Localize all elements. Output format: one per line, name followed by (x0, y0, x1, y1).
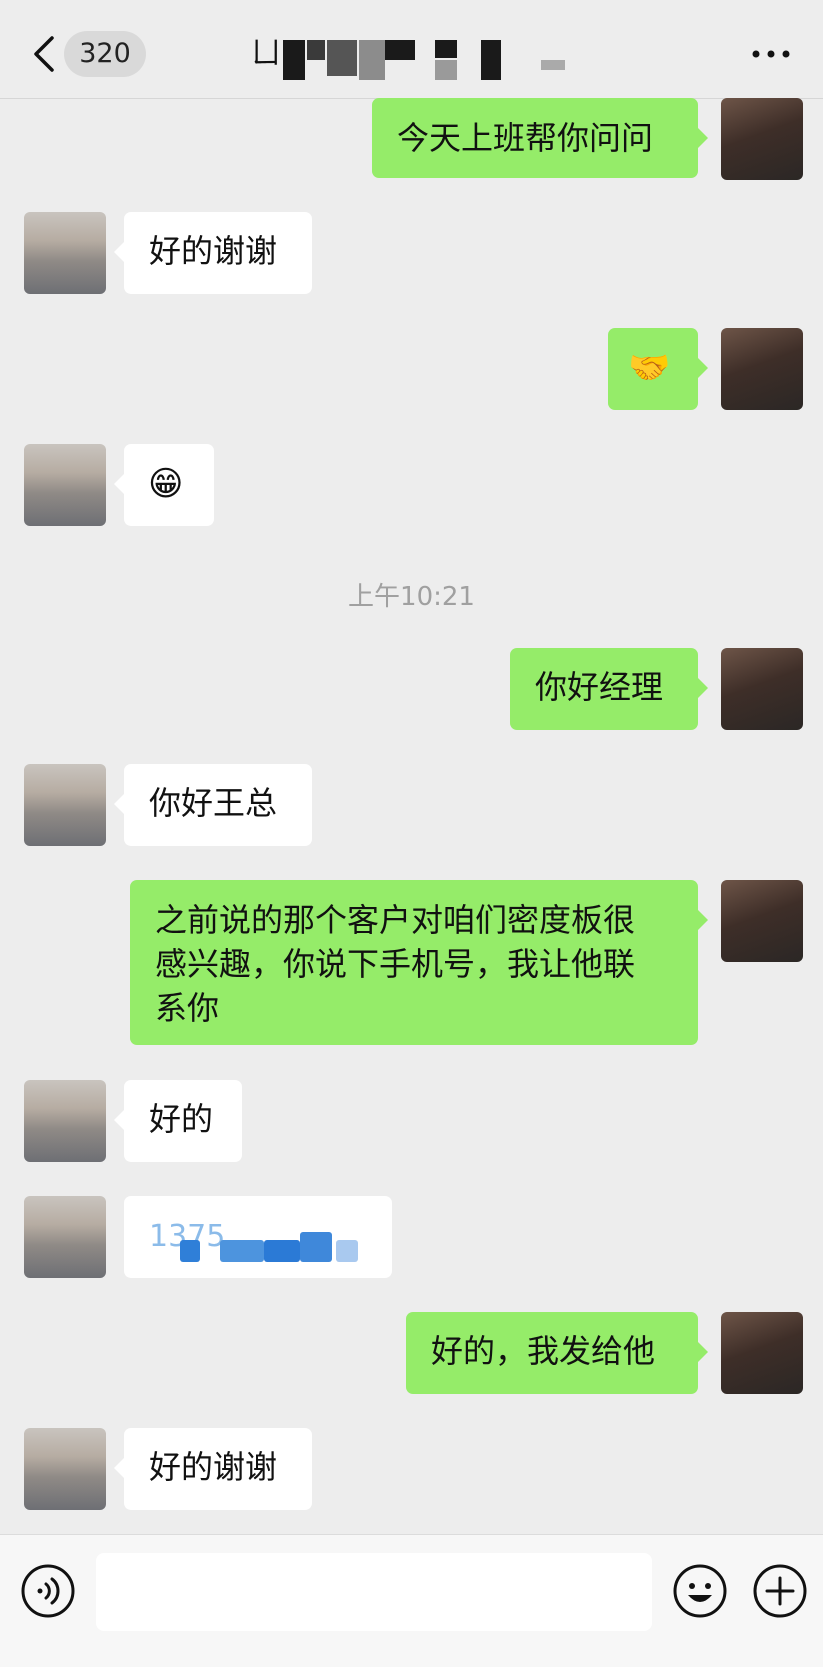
redaction-block (220, 1240, 264, 1262)
message-bubble-received[interactable]: 你好王总 (114, 764, 312, 846)
message-bubble-sent[interactable]: 你好经理 (510, 648, 708, 730)
ellipsis-icon[interactable] (752, 50, 790, 58)
message-bubble-sent[interactable]: 好的，我发给他 (406, 1312, 708, 1394)
title-redaction (359, 40, 385, 80)
message-bubble-sent[interactable]: 之前说的那个客户对咱们密度板很 感兴趣，你说下手机号，我让他联 系你 (130, 880, 708, 1045)
chat-header: 320 ㄩ (0, 0, 823, 99)
plus-circle-icon[interactable] (752, 1563, 808, 1619)
title-redaction (307, 40, 325, 60)
avatar-contact[interactable] (24, 764, 106, 846)
message-line: 系你 (155, 989, 220, 1027)
message-bubble-sent[interactable]: 今天上班帮你问问 (372, 98, 708, 178)
grin-emoji-icon: 😁 (148, 464, 184, 504)
avatar-contact[interactable] (24, 1196, 106, 1278)
message-bubble-received[interactable]: 好的谢谢 (114, 212, 312, 294)
redaction-block (300, 1232, 332, 1262)
redaction-block (180, 1240, 200, 1262)
message-bubble-sent[interactable]: 🤝 (608, 328, 708, 410)
message-bubble-received[interactable]: 好的谢谢 (114, 1428, 312, 1510)
message-input[interactable] (96, 1553, 652, 1631)
avatar-contact[interactable] (24, 1428, 106, 1510)
message-line: 感兴趣，你说下手机号，我让他联 (155, 945, 636, 983)
title-redaction (283, 40, 305, 80)
redaction-block (336, 1240, 358, 1262)
avatar-me[interactable] (721, 98, 803, 180)
redaction-block (264, 1240, 300, 1262)
title-redaction (435, 60, 457, 80)
avatar-me[interactable] (721, 648, 803, 730)
title-redaction (327, 40, 357, 76)
message-bubble-received[interactable]: 😁 (114, 444, 214, 526)
message-line: 之前说的那个客户对咱们密度板很 (155, 901, 636, 939)
chat-title-visible-char: ㄩ (251, 36, 281, 71)
message-timestamp: 上午10:21 (348, 582, 475, 612)
avatar-me[interactable] (721, 328, 803, 410)
unread-count-badge[interactable]: 320 (64, 31, 146, 77)
title-redaction (481, 40, 501, 80)
title-redaction (541, 60, 565, 70)
avatar-contact[interactable] (24, 1080, 106, 1162)
chevron-left-icon[interactable] (30, 34, 58, 74)
emoji-icon[interactable] (672, 1563, 728, 1619)
avatar-contact[interactable] (24, 444, 106, 526)
input-bar (0, 1534, 823, 1667)
avatar-contact[interactable] (24, 212, 106, 294)
handshake-emoji-icon: 🤝 (628, 348, 671, 388)
voice-icon[interactable] (20, 1563, 76, 1619)
chat-title: ㄩ (245, 34, 575, 82)
message-bubble-received-redacted[interactable]: 1375 (124, 1196, 392, 1278)
message-bubble-received[interactable]: 好的 (114, 1080, 242, 1162)
avatar-me[interactable] (721, 1312, 803, 1394)
avatar-me[interactable] (721, 880, 803, 962)
title-redaction (385, 40, 415, 60)
title-redaction (435, 40, 457, 58)
